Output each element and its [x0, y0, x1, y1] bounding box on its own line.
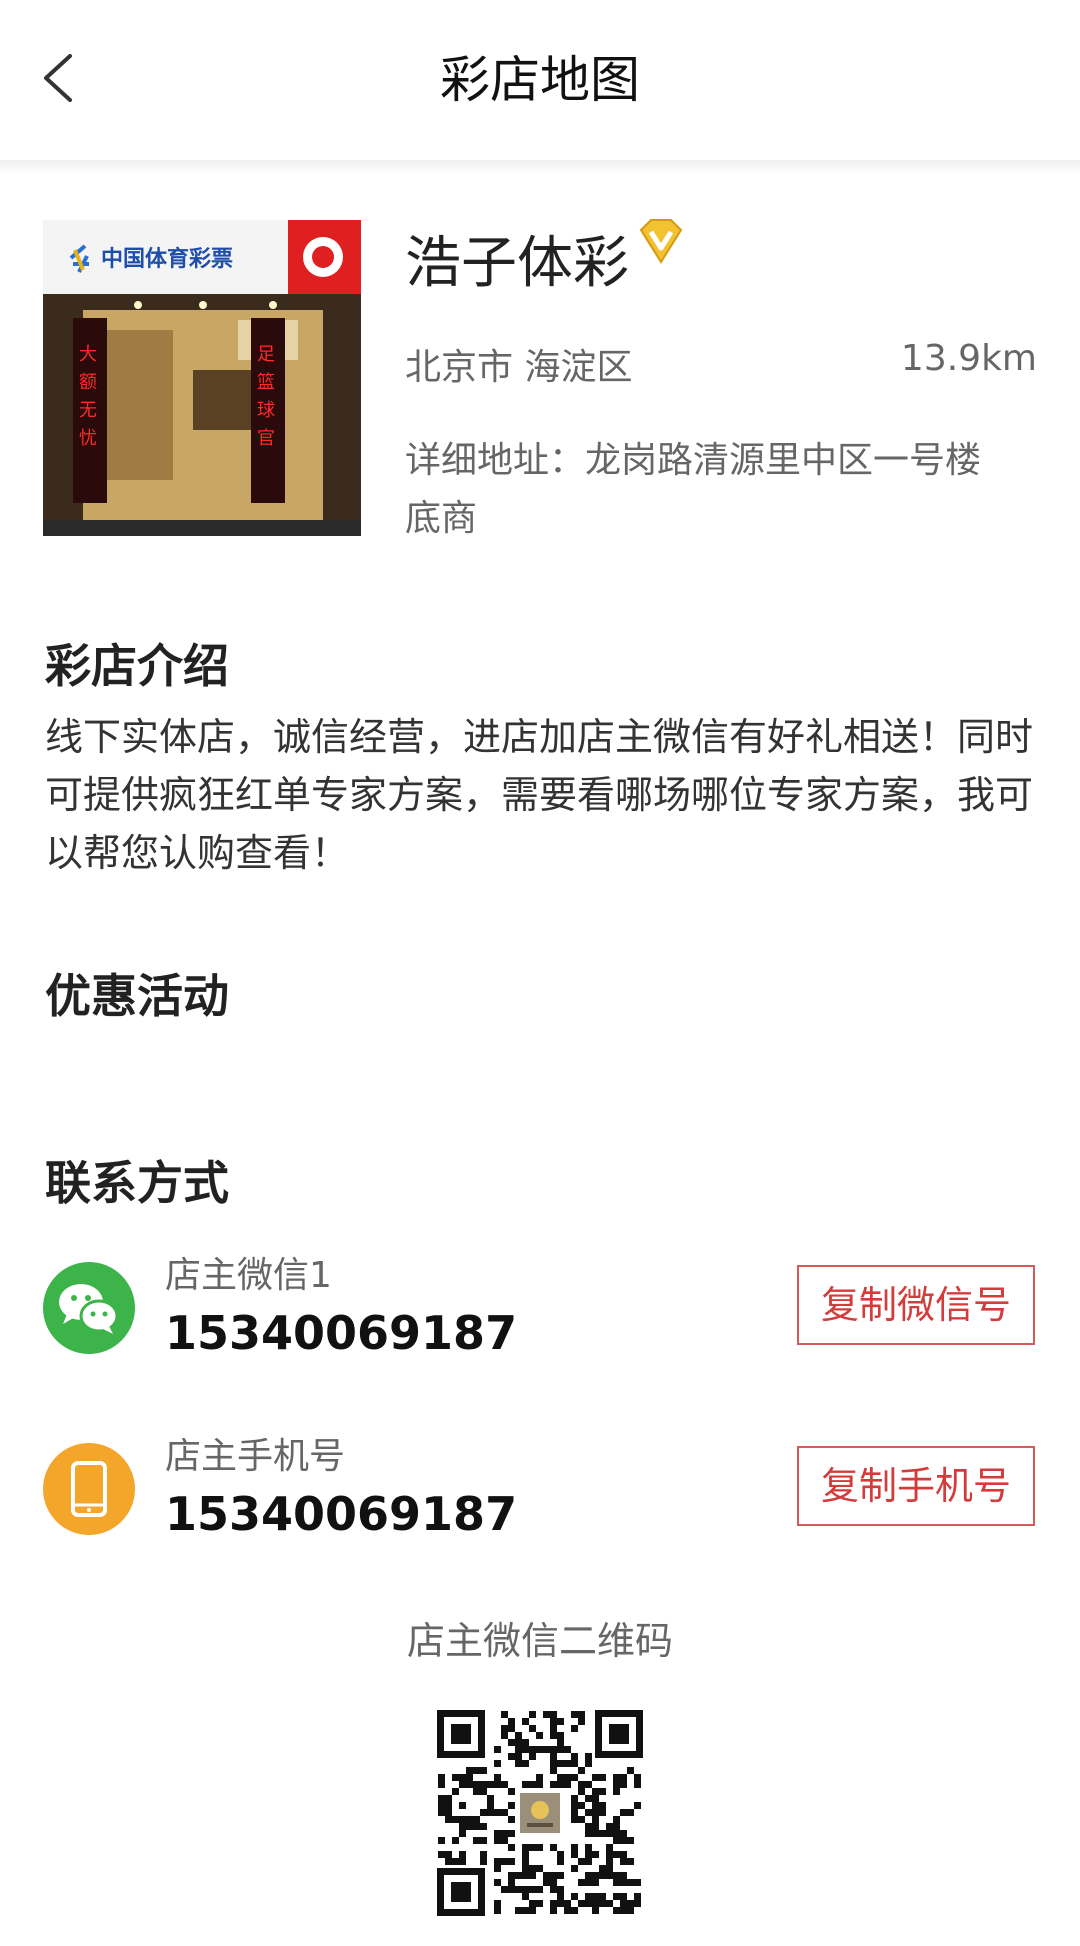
- store-region: 北京市 海淀区: [405, 347, 633, 388]
- svg-text:忧: 忧: [79, 428, 97, 449]
- wechat-label: 店主微信1: [165, 1255, 332, 1296]
- intro-title: 彩店介绍: [45, 639, 229, 693]
- store-distance: 13.9km: [900, 338, 1037, 379]
- page-title: 彩店地图: [440, 51, 640, 109]
- svg-text:大: 大: [79, 344, 97, 365]
- qr-caption: 店主微信二维码: [406, 1619, 673, 1663]
- phone-number: 15340069187: [165, 1487, 518, 1541]
- wechat-icon: [43, 1262, 135, 1354]
- store-photo: 中国体育彩票 大 额 无 忧 足 篮 球 官: [43, 220, 361, 536]
- top-bar: 彩店地图: [0, 0, 1080, 160]
- header-divider: [0, 160, 1080, 174]
- phone-icon: [43, 1443, 135, 1535]
- verified-badge-icon: [635, 218, 687, 266]
- intro-text: 线下实体店，诚信经营，进店加店主微信有好礼相送！同时可提供疯狂红单专家方案，需要…: [45, 715, 1034, 875]
- contact-title: 联系方式: [45, 1156, 229, 1210]
- svg-text:球: 球: [257, 400, 275, 421]
- svg-text:额: 额: [79, 372, 97, 393]
- store-name: 浩子体彩: [405, 231, 629, 296]
- promotion-title: 优惠活动: [45, 969, 229, 1023]
- svg-text:官: 官: [257, 428, 275, 449]
- svg-text:无: 无: [79, 400, 97, 421]
- copy-phone-button[interactable]: 复制手机号: [797, 1446, 1035, 1526]
- phone-label: 店主手机号: [165, 1436, 346, 1477]
- svg-text:足: 足: [257, 344, 275, 365]
- store-address: 详细地址：龙岗路清源里中区一号楼底商: [405, 440, 982, 539]
- copy-wechat-button[interactable]: 复制微信号: [797, 1265, 1035, 1345]
- wechat-qr-code: [437, 1710, 643, 1916]
- sign-text: 中国体育彩票: [101, 246, 233, 272]
- svg-text:篮: 篮: [257, 372, 275, 393]
- wechat-number: 15340069187: [165, 1306, 518, 1360]
